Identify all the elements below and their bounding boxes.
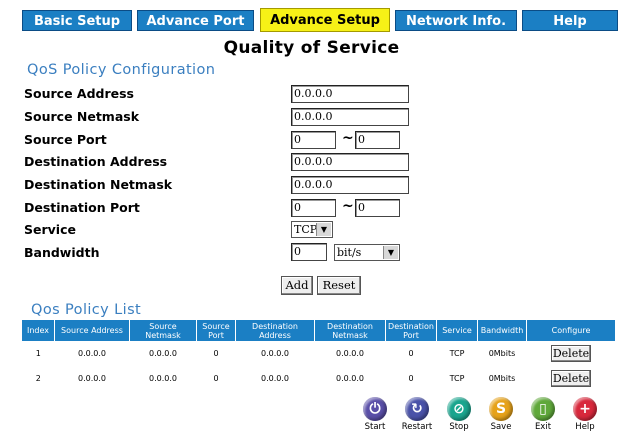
source-netmask-field[interactable]: 0.0.0.0 <box>291 108 409 126</box>
exit-label: Exit <box>534 422 552 432</box>
source-port-label: Source Port <box>24 132 107 147</box>
col-bandwidth: Bandwidth <box>477 320 527 341</box>
cell-source-netmask: 0.0.0.0 <box>149 349 177 358</box>
cell-source-port: 0 <box>213 349 219 358</box>
cell-destination-address: 0.0.0.0 <box>261 374 289 383</box>
cell-destination-port: 0 <box>408 374 414 383</box>
power-icon: ⏻ <box>363 397 387 421</box>
source-address-field[interactable]: 0.0.0.0 <box>291 85 409 103</box>
tab-network-info[interactable]: Network Info. <box>395 10 517 31</box>
destination-port-label: Destination Port <box>24 200 140 215</box>
cell-index: 1 <box>35 349 41 358</box>
col-source-netmask: Source Netmask <box>129 320 197 341</box>
col-service: Service <box>436 320 478 341</box>
col-source-address: Source Address <box>54 320 130 341</box>
service-select-value: TCP <box>294 223 318 236</box>
destination-port-to-field[interactable]: 0 <box>355 199 400 217</box>
col-source-port: Source Port <box>196 320 236 341</box>
bandwidth-unit-select[interactable]: bit/s ▼ <box>334 244 400 261</box>
table-row: 1 0.0.0.0 0.0.0.0 0 0.0.0.0 0.0.0.0 0 TC… <box>22 341 616 366</box>
cell-destination-port: 0 <box>408 349 414 358</box>
chevron-down-icon: ▼ <box>316 223 331 236</box>
cell-destination-address: 0.0.0.0 <box>261 349 289 358</box>
cell-source-port: 0 <box>213 374 219 383</box>
destination-netmask-label: Destination Netmask <box>24 177 173 192</box>
table-header-row: Index Source Address Source Netmask Sour… <box>22 320 616 341</box>
save-button[interactable]: S Save <box>479 397 523 432</box>
col-configure: Configure <box>526 320 616 341</box>
policy-list-heading: Qos Policy List <box>31 302 142 318</box>
tab-help[interactable]: Help <box>522 10 618 31</box>
table-row: 2 0.0.0.0 0.0.0.0 0 0.0.0.0 0.0.0.0 0 TC… <box>22 366 616 391</box>
cell-destination-netmask: 0.0.0.0 <box>336 349 364 358</box>
cell-bandwidth: 0Mbits <box>488 349 516 358</box>
cell-source-address: 0.0.0.0 <box>78 374 106 383</box>
cell-configure: Delete <box>527 341 616 366</box>
start-label: Start <box>364 422 386 432</box>
cell-bandwidth: 0Mbits <box>488 374 516 383</box>
save-label: Save <box>490 422 512 432</box>
source-port-to-field[interactable]: 0 <box>355 131 400 149</box>
cell-source-address: 0.0.0.0 <box>78 349 106 358</box>
stop-button[interactable]: ⊘ Stop <box>437 397 481 432</box>
source-port-separator: ~ <box>342 130 354 146</box>
col-destination-port: Destination Port <box>385 320 437 341</box>
restart-icon: ↻ <box>405 397 429 421</box>
bandwidth-label: Bandwidth <box>24 245 100 260</box>
restart-button[interactable]: ↻ Restart <box>395 397 439 432</box>
tab-advance-port[interactable]: Advance Port <box>137 10 254 31</box>
delete-button[interactable]: Delete <box>551 370 591 387</box>
source-netmask-label: Source Netmask <box>24 109 140 124</box>
bandwidth-field[interactable]: 0 <box>291 243 327 261</box>
page-title: Quality of Service <box>223 38 400 58</box>
stop-label: Stop <box>449 422 469 432</box>
stop-icon: ⊘ <box>447 397 471 421</box>
source-address-label: Source Address <box>24 86 134 101</box>
help-button[interactable]: + Help <box>563 397 607 432</box>
cell-configure: Delete <box>527 366 616 391</box>
tab-basic-setup[interactable]: Basic Setup <box>22 10 132 31</box>
service-label: Service <box>24 222 76 237</box>
exit-button[interactable]: ▯ Exit <box>521 397 565 432</box>
cell-index: 2 <box>35 374 41 383</box>
delete-button[interactable]: Delete <box>551 345 591 362</box>
top-nav-tabs: Basic Setup Advance Port Advance Setup N… <box>22 8 622 32</box>
bottom-toolbar: ⏻ Start ↻ Restart ⊘ Stop S Save ▯ Exit +… <box>353 397 613 435</box>
cell-destination-netmask: 0.0.0.0 <box>336 374 364 383</box>
col-destination-netmask: Destination Netmask <box>314 320 386 341</box>
add-button[interactable]: Add <box>281 276 313 295</box>
service-select[interactable]: TCP ▼ <box>291 221 333 238</box>
start-button[interactable]: ⏻ Start <box>353 397 397 432</box>
save-icon: S <box>489 397 513 421</box>
destination-port-separator: ~ <box>342 198 354 214</box>
destination-netmask-field[interactable]: 0.0.0.0 <box>291 176 409 194</box>
source-port-from-field[interactable]: 0 <box>291 131 336 149</box>
reset-button[interactable]: Reset <box>317 276 361 295</box>
tab-advance-setup[interactable]: Advance Setup <box>260 8 390 32</box>
help-label: Help <box>575 422 595 432</box>
cell-service: TCP <box>449 374 465 383</box>
destination-address-field[interactable]: 0.0.0.0 <box>291 153 409 171</box>
config-heading: QoS Policy Configuration <box>27 62 216 78</box>
cell-service: TCP <box>449 349 465 358</box>
restart-label: Restart <box>401 422 433 432</box>
help-icon: + <box>573 397 597 421</box>
destination-port-from-field[interactable]: 0 <box>291 199 336 217</box>
bandwidth-unit-value: bit/s <box>337 246 362 259</box>
policy-table: Index Source Address Source Netmask Sour… <box>22 320 616 391</box>
cell-source-netmask: 0.0.0.0 <box>149 374 177 383</box>
destination-address-label: Destination Address <box>24 154 168 169</box>
col-destination-address: Destination Address <box>235 320 315 341</box>
exit-icon: ▯ <box>531 397 555 421</box>
col-index: Index <box>22 320 55 341</box>
chevron-down-icon: ▼ <box>383 246 398 259</box>
